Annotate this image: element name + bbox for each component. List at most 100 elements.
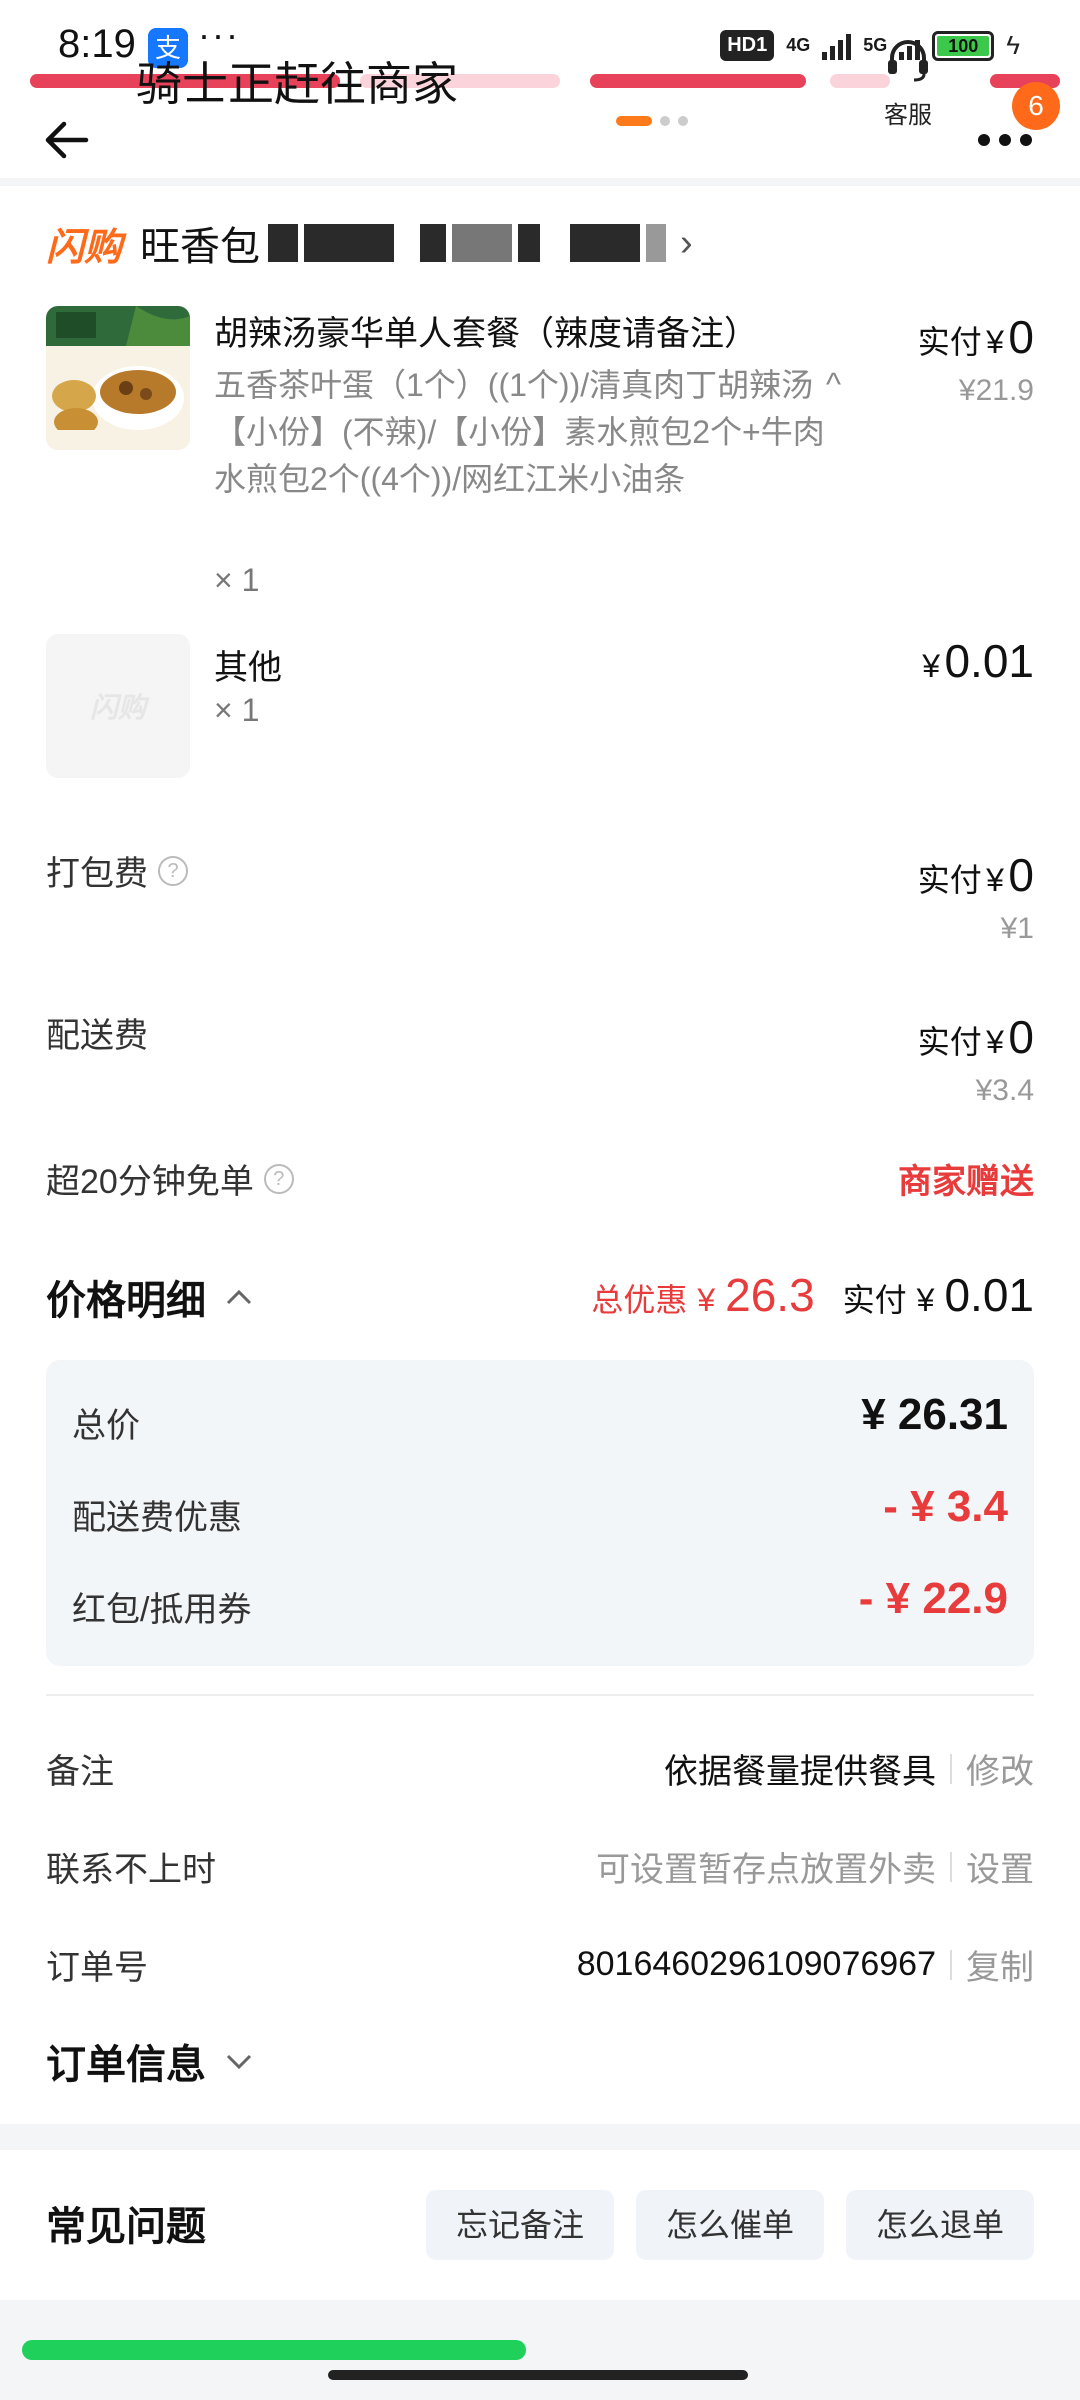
item-price: ¥ 0.01 <box>922 634 1034 688</box>
item-description: 五香茶叶蛋（1个）((1个))/清真肉丁胡辣汤【小份】(不辣)/【小份】素水煎包… <box>214 367 825 497</box>
price-summary: 总优惠 ¥ 26.3 实付 ¥ 0.01 <box>591 1268 1034 1322</box>
order-info-title: 订单信息 <box>46 2043 206 2087</box>
delivery-discount-label: 配送费优惠 <box>72 1499 242 1537</box>
order-number-value: 8016460296109076967 <box>576 1945 936 1983</box>
shop-row[interactable]: 闪购 旺香包 › <box>46 214 693 272</box>
remark-label: 备注 <box>46 1753 114 1791</box>
faq-chip-urge-order[interactable]: 怎么催单 <box>635 2190 824 2260</box>
paid-label: 实付 <box>917 862 982 898</box>
chevron-right-icon: › <box>680 221 693 264</box>
yen-symbol: ¥ <box>916 1282 935 1318</box>
original-price: ¥21.9 <box>958 374 1034 407</box>
item-title: 胡辣汤豪华单人套餐（辣度请备注） <box>214 315 758 353</box>
order-item: 胡辣汤豪华单人套餐（辣度请备注） 五香茶叶蛋（1个）((1个))/清真肉丁胡辣汤… <box>46 306 1034 606</box>
copy-order-number-button[interactable]: 复制 <box>966 1940 1034 1989</box>
item-title: 其他 <box>214 649 282 687</box>
more-options-icon[interactable] <box>970 120 1040 160</box>
unreachable-row: 联系不上时 可设置暂存点放置外卖 设置 <box>46 1834 1034 1894</box>
faq-section: 常见问题 忘记备注 怎么催单 怎么退单 <box>0 2150 1080 2300</box>
order-number-row: 订单号 8016460296109076967 复制 <box>46 1932 1034 1992</box>
faq-chip-refund[interactable]: 怎么退单 <box>845 2190 1034 2260</box>
paid-amount: 0 <box>1008 1011 1034 1063</box>
header-divider <box>0 178 1080 186</box>
price-line: 总价 ¥ 26.31 <box>72 1390 1008 1450</box>
item-price-value: 0.01 <box>944 635 1034 687</box>
rider-status-title: 骑士正赶往商家 <box>136 58 458 110</box>
paid-amount: 0 <box>1008 849 1034 901</box>
yen-symbol: ¥ <box>986 324 1004 360</box>
unreachable-label: 联系不上时 <box>46 1851 216 1889</box>
free-order-row: 超20分钟免单 ? 商家赠送 <box>46 1154 1034 1214</box>
faq-chip-group: 忘记备注 怎么催单 怎么退单 <box>425 2190 1034 2260</box>
item-price: 实付 ¥ 0 ¥21.9 <box>918 310 1034 408</box>
network-4g-label: 4G <box>786 35 811 55</box>
chevron-up-icon[interactable]: ^ <box>826 366 841 403</box>
coupon-label: 红包/抵用券 <box>72 1591 252 1629</box>
paid-label: 实付 <box>917 1024 982 1060</box>
original-price: ¥3.4 <box>975 1074 1034 1107</box>
help-icon[interactable]: ? <box>158 855 188 886</box>
packing-fee-label: 打包费 <box>46 855 148 893</box>
remark-row: 备注 依据餐量提供餐具 修改 <box>46 1736 1034 1796</box>
order-item: 闪购 其他 × 1 ¥ 0.01 <box>46 634 1034 784</box>
paid-label: 实付 <box>842 1282 907 1318</box>
faq-chip-forgot-remark[interactable]: 忘记备注 <box>425 2190 614 2260</box>
section-gap <box>0 2124 1080 2150</box>
delivery-discount-value: - ¥ 3.4 <box>883 1482 1008 1531</box>
paid-total-value: 0.01 <box>944 1269 1034 1321</box>
total-discount-value: 26.3 <box>725 1269 815 1321</box>
price-detail-title: 价格明细 <box>46 1279 206 1323</box>
packing-fee-row: 打包费 ? 实付 ¥ 0 ¥1 <box>46 846 1034 946</box>
delivery-fee-label: 配送费 <box>46 1017 148 1055</box>
total-price-value: ¥ 26.31 <box>861 1390 1008 1439</box>
free-order-label: 超20分钟免单 <box>46 1163 254 1201</box>
price-detail-panel: 总价 ¥ 26.31 配送费优惠 - ¥ 3.4 红包/抵用券 - ¥ 22.9 <box>46 1360 1034 1666</box>
delivery-fee-row: 配送费 实付 ¥ 0 ¥3.4 <box>46 1008 1034 1108</box>
customer-service-button[interactable]: 客服 <box>868 34 948 130</box>
faq-title: 常见问题 <box>46 2205 206 2249</box>
hd-icon: HD1 <box>720 30 775 61</box>
item-quantity: × 1 <box>214 562 260 598</box>
edit-remark-button[interactable]: 修改 <box>966 1744 1034 1793</box>
flash-buy-tag: 闪购 <box>46 226 123 269</box>
headset-icon <box>888 40 928 82</box>
home-indicator[interactable] <box>328 2370 748 2380</box>
carousel-pager <box>616 116 688 126</box>
packing-fee-price: 实付 ¥ 0 ¥1 <box>918 848 1034 946</box>
placeholder-logo-text: 闪购 <box>89 692 146 723</box>
yen-symbol: ¥ <box>922 648 941 684</box>
order-info-toggle[interactable]: 订单信息 <box>46 2032 254 2090</box>
charging-icon: ϟ <box>1006 30 1020 60</box>
total-price-label: 总价 <box>72 1407 140 1445</box>
yen-symbol: ¥ <box>986 1024 1004 1060</box>
redacted-shop-name <box>268 224 667 262</box>
merchant-gift-text: 商家赠送 <box>898 1163 1034 1201</box>
progress-bar <box>22 2340 526 2360</box>
unreachable-value: 可设置暂存点放置外卖 <box>596 1851 936 1889</box>
shop-name: 旺香包 <box>140 225 261 269</box>
yen-symbol: ¥ <box>697 1282 716 1318</box>
coupon-value: - ¥ 22.9 <box>858 1574 1008 1623</box>
price-line: 配送费优惠 - ¥ 3.4 <box>72 1482 1008 1542</box>
back-arrow-icon[interactable] <box>40 110 100 170</box>
placeholder-image: 闪购 <box>46 634 190 778</box>
yen-symbol: ¥ <box>986 862 1004 898</box>
total-discount-label: 总优惠 <box>591 1282 688 1318</box>
delivery-fee-price: 实付 ¥ 0 ¥3.4 <box>918 1010 1034 1108</box>
paid-amount: 0 <box>1008 311 1034 363</box>
help-icon[interactable]: ? <box>263 1163 294 1194</box>
paid-label: 实付 <box>917 324 982 360</box>
price-detail-header[interactable]: 价格明细 总优惠 ¥ 26.3 实付 ¥ 0.01 <box>46 1268 1034 1328</box>
chevron-down-icon <box>226 2054 252 2070</box>
status-time: 8:19 <box>58 22 136 66</box>
set-dropoff-button[interactable]: 设置 <box>966 1842 1034 1891</box>
original-price: ¥1 <box>1000 912 1034 945</box>
chevron-up-icon <box>226 1289 252 1305</box>
customer-service-label: 客服 <box>884 102 932 129</box>
remark-value: 依据餐量提供餐具 <box>664 1753 936 1791</box>
item-quantity: × 1 <box>214 692 260 728</box>
food-image <box>46 306 190 450</box>
signal-icon <box>822 32 852 60</box>
order-number-label: 订单号 <box>46 1949 148 1987</box>
section-divider <box>46 1694 1034 1696</box>
